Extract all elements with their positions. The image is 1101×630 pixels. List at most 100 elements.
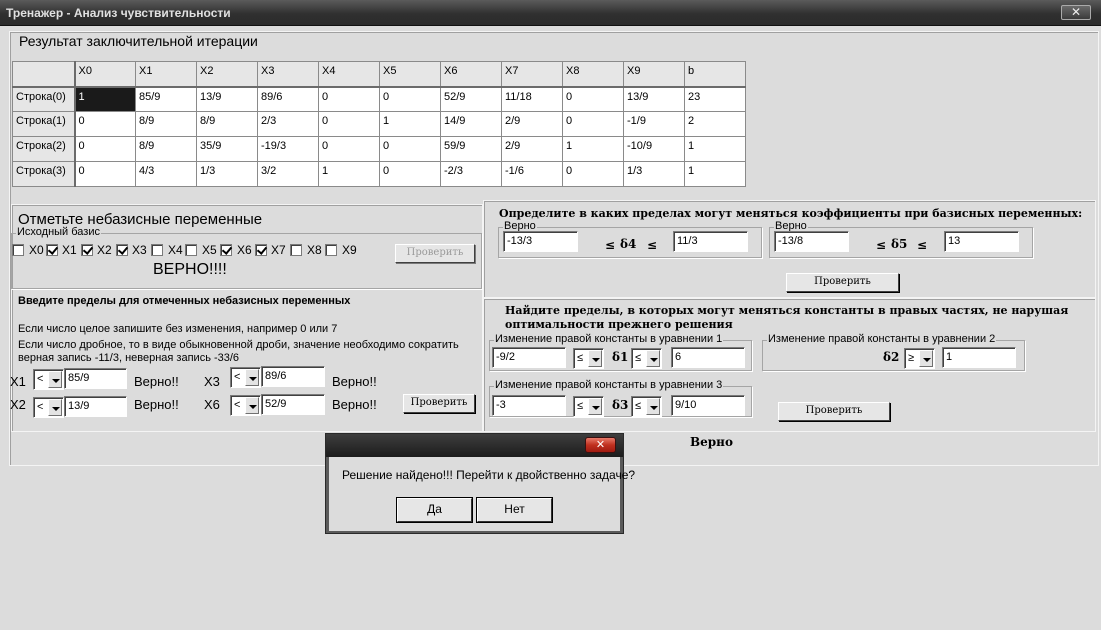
- table-cell[interactable]: 0: [379, 86, 441, 112]
- delta3-op1-select[interactable]: ≤: [573, 396, 604, 417]
- table-cell[interactable]: -2/3: [440, 161, 502, 187]
- table-cell[interactable]: 59/9: [440, 136, 502, 162]
- table-cell[interactable]: 1: [562, 136, 624, 162]
- table-cell[interactable]: 23: [684, 86, 746, 112]
- table-cell[interactable]: 85/9: [135, 86, 197, 112]
- delta5-low-input[interactable]: -13/8: [774, 231, 849, 252]
- dialog-yes-button[interactable]: Да: [397, 498, 472, 522]
- checkbox-x3[interactable]: [116, 244, 128, 256]
- table-cell[interactable]: 52/9: [440, 86, 502, 112]
- checkbox-x9[interactable]: [325, 244, 337, 256]
- table-cell[interactable]: -10/9: [623, 136, 685, 162]
- table-cell[interactable]: 0: [74, 136, 136, 162]
- table-cell[interactable]: 8/9: [135, 111, 197, 137]
- delta1-op1-select[interactable]: ≤: [573, 348, 604, 369]
- checkbox-x2[interactable]: [81, 244, 93, 256]
- table-cell[interactable]: 0: [318, 86, 380, 112]
- window-close-button[interactable]: ✕: [1061, 5, 1091, 20]
- limit-value-x2[interactable]: 13/9: [64, 396, 127, 417]
- table-cell[interactable]: 0: [379, 161, 441, 187]
- table-cell[interactable]: 3/2: [257, 161, 319, 187]
- limit-op-x1[interactable]: <: [33, 369, 64, 390]
- delta1-low-input[interactable]: -9/2: [492, 347, 566, 368]
- check-basis-button[interactable]: Проверить: [395, 244, 475, 263]
- table-cell[interactable]: 11/18: [501, 86, 563, 112]
- rhs-group-label: Изменение правой константы в уравнении 1: [494, 333, 724, 345]
- limit-status-x1: Верно!!: [134, 374, 179, 389]
- chevron-down-icon[interactable]: [588, 398, 602, 415]
- limit-op-x2[interactable]: <: [33, 397, 64, 418]
- table-cell[interactable]: 35/9: [196, 136, 258, 162]
- table-cell[interactable]: 2: [684, 111, 746, 137]
- limit-op-x6[interactable]: <: [230, 395, 261, 416]
- checkbox-x4[interactable]: [151, 244, 163, 256]
- chevron-down-icon[interactable]: [919, 350, 933, 367]
- table-cell[interactable]: -1/6: [501, 161, 563, 187]
- checkbox-x1[interactable]: [46, 244, 58, 256]
- table-cell[interactable]: 0: [318, 111, 380, 137]
- delta4-high-input[interactable]: 11/3: [673, 231, 748, 252]
- limit-value-x6[interactable]: 52/9: [261, 394, 325, 415]
- delta2-op-select[interactable]: ≥: [904, 348, 935, 369]
- chevron-down-icon[interactable]: [245, 369, 259, 386]
- limit-value-x3[interactable]: 89/6: [261, 366, 325, 387]
- table-cell[interactable]: 1: [379, 111, 441, 137]
- delta1-op2-select[interactable]: ≤: [631, 348, 662, 369]
- chevron-down-icon[interactable]: [48, 371, 62, 388]
- delta1-high-input[interactable]: 6: [671, 347, 745, 368]
- table-cell[interactable]: 1: [684, 161, 746, 187]
- checkbox-x8[interactable]: [290, 244, 302, 256]
- table-cell[interactable]: 1: [74, 86, 136, 112]
- table-cell[interactable]: -1/9: [623, 111, 685, 137]
- checkbox-x5[interactable]: [185, 244, 197, 256]
- dialog-close-button[interactable]: ✕: [585, 437, 616, 453]
- table-cell[interactable]: 13/9: [196, 86, 258, 112]
- table-cell[interactable]: 4/3: [135, 161, 197, 187]
- table-cell[interactable]: -19/3: [257, 136, 319, 162]
- table-cell[interactable]: 8/9: [196, 111, 258, 137]
- table-cell[interactable]: 0: [562, 111, 624, 137]
- table-cell[interactable]: 89/6: [257, 86, 319, 112]
- dialog-no-button[interactable]: Нет: [477, 498, 552, 522]
- table-cell[interactable]: 1: [318, 161, 380, 187]
- table-cell[interactable]: 0: [379, 136, 441, 162]
- checkbox-x7[interactable]: [255, 244, 267, 256]
- table-cell[interactable]: 2/9: [501, 136, 563, 162]
- table-cell[interactable]: 2/9: [501, 111, 563, 137]
- table-cell[interactable]: 2/3: [257, 111, 319, 137]
- table-cell[interactable]: 1/3: [623, 161, 685, 187]
- table-cell[interactable]: 0: [562, 86, 624, 112]
- delta3-low-input[interactable]: -3: [492, 395, 566, 416]
- delta2-value-input[interactable]: 1: [942, 347, 1016, 368]
- check-limits-button[interactable]: Проверить: [403, 394, 475, 413]
- table-cell[interactable]: 8/9: [135, 136, 197, 162]
- chevron-down-icon[interactable]: [245, 397, 259, 414]
- table-cell[interactable]: 0: [562, 161, 624, 187]
- check-coef-button[interactable]: Проверить: [786, 273, 899, 292]
- table-cell[interactable]: 0: [74, 161, 136, 187]
- chevron-down-icon[interactable]: [646, 350, 660, 367]
- check-rhs-button[interactable]: Проверить: [778, 402, 890, 421]
- chevron-down-icon[interactable]: [48, 399, 62, 416]
- table-cell[interactable]: 0: [74, 111, 136, 137]
- checkbox-x6[interactable]: [220, 244, 232, 256]
- delta3-high-input[interactable]: 9/10: [671, 395, 745, 416]
- chevron-down-icon[interactable]: [646, 398, 660, 415]
- limit-value-x1[interactable]: 85/9: [64, 368, 127, 389]
- chevron-down-icon[interactable]: [588, 350, 602, 367]
- delta4-low-input[interactable]: -13/3: [503, 231, 578, 252]
- delta3-op2-select[interactable]: ≤: [631, 396, 662, 417]
- limit-op-x1-value: <: [37, 373, 44, 385]
- dialog-body: Решение найдено!!! Перейти к двойственно…: [329, 457, 635, 531]
- table-cell[interactable]: 1/3: [196, 161, 258, 187]
- table-cell[interactable]: 1: [684, 136, 746, 162]
- table-cell[interactable]: 0: [318, 136, 380, 162]
- rhs-result: Верно: [690, 435, 733, 449]
- checkbox-x0[interactable]: [12, 244, 24, 256]
- iteration-table: X0 X1 X2 X3 X4 X5 X6 X7 X8 X9 b Строка(0…: [12, 61, 746, 187]
- rhs-group-label: Изменение правой константы в уравнении 3: [494, 379, 724, 391]
- table-cell[interactable]: 14/9: [440, 111, 502, 137]
- limit-op-x3[interactable]: <: [230, 367, 261, 388]
- delta5-high-input[interactable]: 13: [944, 231, 1019, 252]
- table-cell[interactable]: 13/9: [623, 86, 685, 112]
